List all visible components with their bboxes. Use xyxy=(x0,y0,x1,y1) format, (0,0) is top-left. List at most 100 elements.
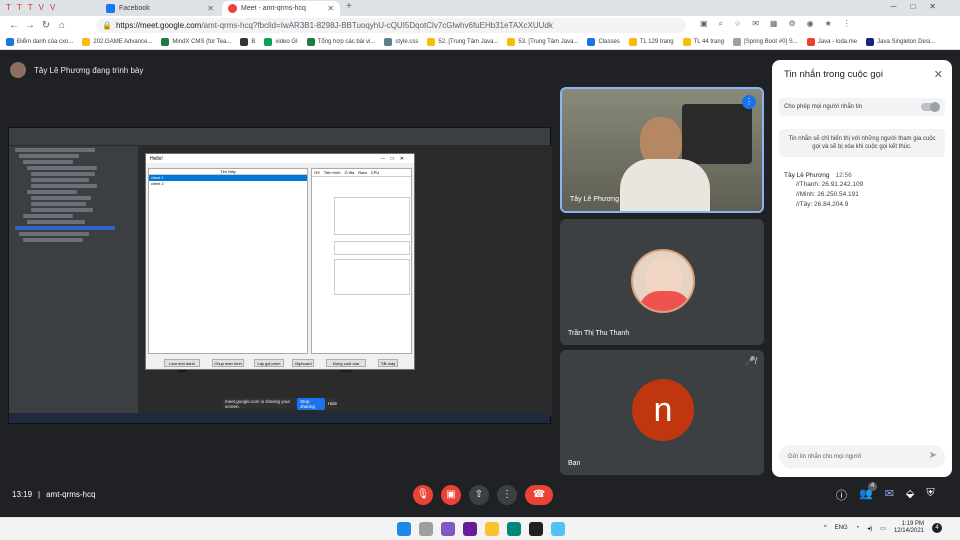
video-feed xyxy=(620,159,710,211)
widgets-icon[interactable] xyxy=(441,522,455,536)
speaking-icon: ⋮ xyxy=(742,95,756,109)
screenshot-button[interactable]: Chụp màn hình xyxy=(212,359,244,367)
home-icon[interactable]: ⌂ xyxy=(54,20,70,31)
mic-off-icon[interactable]: 🎙 xyxy=(413,485,433,505)
screen-share-notice: meet.google.com is sharing your screen. … xyxy=(222,397,337,410)
allow-messages-toggle[interactable] xyxy=(921,102,940,112)
notification-badge[interactable]: 4 xyxy=(932,523,942,534)
bookmark[interactable]: video GI xyxy=(264,38,298,46)
keylog-button[interactable]: Lấy gói phím xyxy=(254,359,284,367)
tab-label: Meet - amt-qrms-hcq xyxy=(241,5,306,12)
bookmark-icon xyxy=(507,38,516,46)
bookmark[interactable]: B xyxy=(240,38,255,46)
reload-icon[interactable]: ↻ xyxy=(38,20,54,31)
bookmark-icon xyxy=(628,38,637,46)
refresh-list-button[interactable]: Làm mới danh sách xyxy=(164,359,200,373)
tab-os[interactable]: OS xyxy=(314,170,320,175)
presenter-banner: Tây Lê Phương đang trình bày xyxy=(10,60,143,80)
window-controls[interactable]: ─□✕ xyxy=(891,2,950,11)
back-icon[interactable]: ← xyxy=(6,20,22,31)
bookmark[interactable]: Java Singleton Desi... xyxy=(866,38,935,46)
chat-notice: Tin nhắn sẽ chỉ hiển thị với những người… xyxy=(779,129,945,157)
facebook-icon xyxy=(106,4,115,13)
file-explorer-icon[interactable] xyxy=(485,522,499,536)
bookmark[interactable]: Điểm danh của cxo... xyxy=(6,38,73,46)
bookmark-icon xyxy=(82,38,91,46)
tab-ram[interactable]: Ram xyxy=(358,170,366,175)
side-actions: ⓘ 👥 ✉ ⬙ ⛨ xyxy=(836,487,935,503)
more-options-icon[interactable]: ⋮ xyxy=(497,485,517,505)
bookmark[interactable]: Java - loda.me xyxy=(806,38,857,46)
forward-icon[interactable]: → xyxy=(22,20,38,31)
bookmark[interactable]: 202.GAME Advance... xyxy=(82,38,152,46)
vpn-icon[interactable] xyxy=(551,522,565,536)
mic-off-icon: 🎤̸ xyxy=(744,356,756,366)
tab-disk[interactable]: Ổ đĩa xyxy=(345,170,355,175)
close-process-button[interactable]: Đóng cuột của phòng xyxy=(326,359,366,373)
chat-input[interactable]: Gửi tin nhắn cho mọi người ➤ xyxy=(779,445,945,468)
hide-button[interactable]: Hide xyxy=(328,401,337,406)
meeting-code: amt-qrms-hcq xyxy=(46,490,96,499)
wifi-icon[interactable]: ◔ xyxy=(856,525,860,531)
people-count-badge: 4 xyxy=(868,482,877,491)
onenote-icon[interactable] xyxy=(463,522,477,536)
bookmark-icon xyxy=(733,38,742,46)
tab-process[interactable]: Tiến trình xyxy=(324,170,341,175)
start-icon[interactable] xyxy=(397,522,411,536)
chat-title: Tin nhắn trong cuộc gọi xyxy=(784,69,883,80)
close-icon[interactable]: ✕ xyxy=(934,68,943,81)
chat-icon[interactable]: ✉ xyxy=(885,487,894,503)
hang-up-icon[interactable]: ☎ xyxy=(525,485,553,505)
volume-icon[interactable]: ◂) xyxy=(867,525,872,532)
stop-sharing-button[interactable]: Stop sharing xyxy=(297,397,325,410)
windows-taskbar: ^ ENG ◔ ◂) ▭ 1:19 PM 12/14/2021 4 xyxy=(0,517,960,540)
bookmark[interactable]: TL 44 trang xyxy=(682,38,724,46)
send-icon[interactable]: ➤ xyxy=(929,450,937,461)
intellij-icon[interactable] xyxy=(529,522,543,536)
clipboard-button[interactable]: Clipboard xyxy=(292,359,314,367)
tab-facebook[interactable]: Facebook ✕ xyxy=(100,1,220,16)
bookmark[interactable]: Tổng hợp các bài vi... xyxy=(306,38,375,46)
edge-icon[interactable] xyxy=(507,522,521,536)
bookmark[interactable]: TL 129 trang xyxy=(628,38,674,46)
bookmark[interactable]: style.css xyxy=(384,38,418,46)
participant-tile[interactable]: ⋮ Tây Lê Phương xyxy=(560,87,764,213)
bookmark[interactable]: 52. [Trung Tâm Java... xyxy=(427,38,498,46)
address-bar[interactable]: 🔒 https://meet.google.com /amt-qrms-hcq?… xyxy=(96,18,686,33)
bookmark[interactable]: MindX CMS (for Tea... xyxy=(161,38,231,46)
language-indicator[interactable]: ENG xyxy=(835,525,848,531)
search-icon[interactable] xyxy=(419,522,433,536)
bookmark[interactable]: [Spring Boot #0] S... xyxy=(733,38,798,46)
client-list[interactable]: Tên Máy client 1 client 2 xyxy=(148,168,308,354)
window-title: Hello! ─□✕ xyxy=(146,154,414,163)
bookmark[interactable]: 53. [Trung Tâm Java... xyxy=(507,38,578,46)
host-controls-icon[interactable]: ⛨ xyxy=(926,487,934,503)
camera-off-icon[interactable]: ▣ xyxy=(441,485,461,505)
new-tab-button[interactable]: + xyxy=(346,1,352,12)
pinned-tabs-icon[interactable]: TTTVV xyxy=(6,3,61,12)
present-icon[interactable]: ⇧ xyxy=(469,485,489,505)
tab-meet[interactable]: Meet - amt-qrms-hcq ✕ xyxy=(222,1,340,16)
bookmark-icon xyxy=(427,38,436,46)
info-icon[interactable]: ⓘ xyxy=(836,487,847,503)
chevron-up-icon[interactable]: ^ xyxy=(824,525,827,531)
participant-tile[interactable]: 🎤̸ n Bạn xyxy=(560,350,764,475)
shutdown-button[interactable]: Tắt máy xyxy=(378,359,398,367)
tab-label: Facebook xyxy=(119,5,150,12)
tab-cpu[interactable]: CPU xyxy=(371,170,379,175)
bookmark[interactable]: Classes xyxy=(587,38,620,46)
activities-icon[interactable]: ⬙ xyxy=(906,487,914,503)
taskbar-clock[interactable]: 1:19 PM 12/14/2021 xyxy=(894,521,924,535)
list-item[interactable]: client 2 xyxy=(149,181,307,187)
info-box xyxy=(334,197,410,235)
close-icon[interactable]: ✕ xyxy=(207,4,214,13)
participant-tile[interactable]: Trần Thị Thu Thanh xyxy=(560,219,764,345)
extension-icons[interactable]: ▣⌕☆✉▦⚙◉★⋮ xyxy=(700,19,862,29)
ide-toolbar xyxy=(9,128,550,146)
bookmarks-bar: Điểm danh của cxo... 202.GAME Advance...… xyxy=(0,35,960,50)
ide-project-tree xyxy=(9,146,139,416)
bookmark-icon xyxy=(587,38,596,46)
remote-app-window: Hello! ─□✕ Tên Máy client 1 client 2 OS T… xyxy=(145,153,415,373)
battery-icon[interactable]: ▭ xyxy=(880,525,886,532)
close-icon[interactable]: ✕ xyxy=(327,4,334,13)
